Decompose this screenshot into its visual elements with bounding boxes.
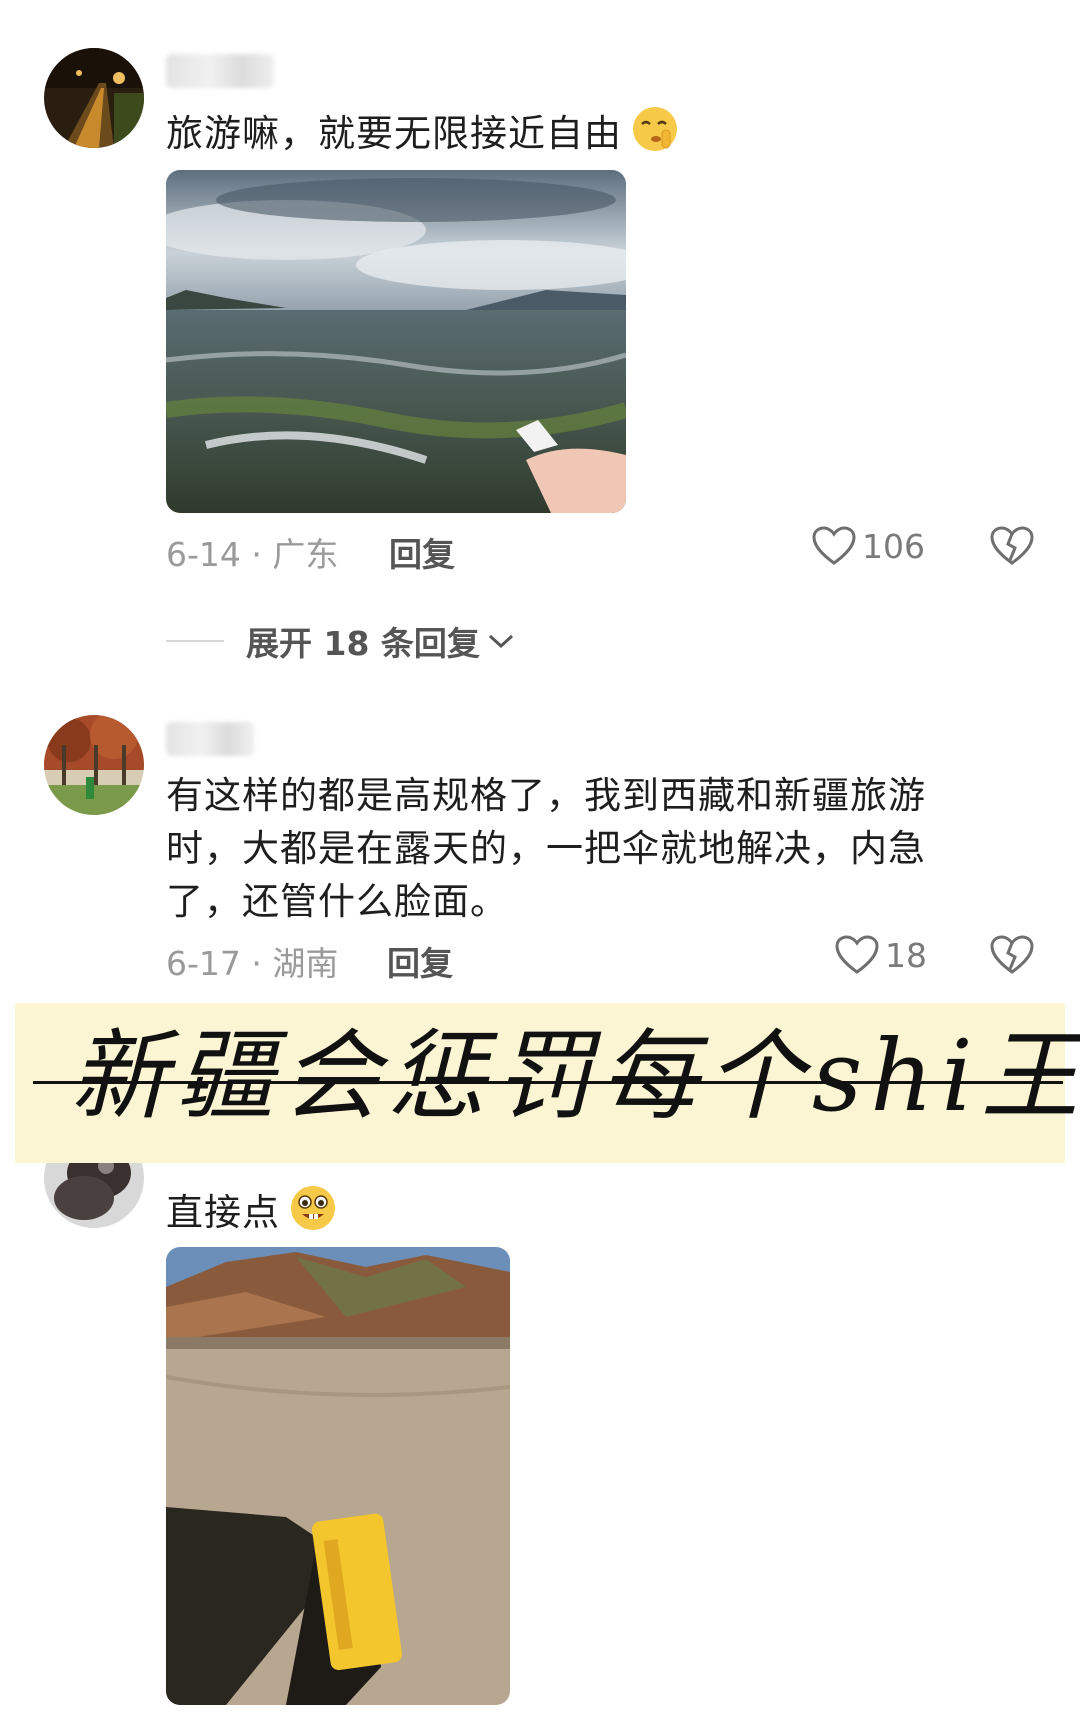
comment-item-3: 直接点 <box>0 0 1080 1720</box>
caption-text: 新疆会惩罚每个shi王 <box>70 1020 1080 1134</box>
grinning-teeth-face-emoji-icon <box>286 1183 340 1247</box>
comment-text: 直接点 <box>166 1183 340 1247</box>
caption-banner: 新疆会惩罚每个shi王 <box>15 1003 1080 1163</box>
desert-photo[interactable] <box>166 1247 510 1705</box>
desert-photo-image <box>166 1247 510 1705</box>
strikethrough-line <box>33 1081 1063 1084</box>
comment-text-content: 直接点 <box>166 1191 280 1234</box>
